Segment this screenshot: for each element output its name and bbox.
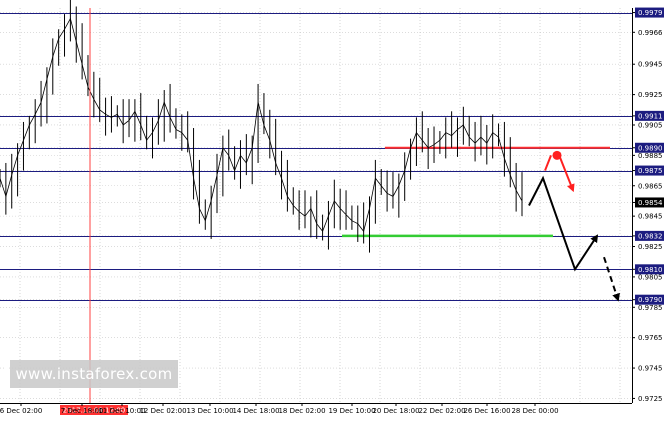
x-tick-label: 13 Dec 10:00 (186, 407, 233, 415)
y-tick-label: 0.9745 (638, 365, 663, 373)
vertical-time-marker: 2017.12.08 12:00 (60, 8, 128, 415)
x-tick-label: 26 Dec 16:00 (463, 407, 510, 415)
x-tick-label: 12 Dec 02:00 (139, 407, 186, 415)
x-tick-label: 28 Dec 00:00 (511, 407, 558, 415)
red-arrow-down (559, 156, 575, 193)
level-label: 0.9875 (638, 167, 663, 175)
watermark-text: [ www.instaforex.com ] (4, 365, 184, 383)
horizontal-levels (0, 13, 632, 301)
level-label: 0.9832 (638, 232, 663, 240)
x-tick-label: 14 Dec 18:00 (232, 407, 279, 415)
y-tick-label: 0.9885 (638, 152, 663, 160)
projection-path (528, 175, 599, 272)
y-tick-label: 0.9845 (638, 213, 663, 221)
red-arrow-up-stroke (544, 154, 552, 171)
y-tick-label: 0.9905 (638, 121, 663, 129)
y-tick-label: 0.9785 (638, 304, 663, 312)
x-tick-label: 18 Dec 02:00 (278, 407, 325, 415)
y-axis-ticks: 0.9979 0.9966 0.9945 0.9925 0.99110.9905 0.98… (632, 7, 664, 403)
x-tick-label: 7 Dec 18:00 (61, 407, 104, 415)
y-tick-label: 0.9825 (638, 243, 663, 251)
x-tick-label: 19 Dec 10:00 (328, 407, 375, 415)
price-series (0, 0, 523, 253)
y-tick-label: 0.9765 (638, 334, 663, 342)
y-tick-label: 0.9725 (638, 395, 663, 403)
projection-arrow-dashed (603, 256, 620, 302)
current-price-label: 0.9854 (638, 199, 663, 207)
x-tick-label: 22 Dec 02:00 (418, 407, 465, 415)
x-tick-label: 6 Dec 02:00 (0, 407, 42, 415)
y-tick-label: 0.9805 (638, 273, 663, 281)
y-tick-label: 0.9865 (638, 182, 663, 190)
price-chart: 2017.12.08 12:00 0.9979 0.9966 0.9945 0.992… (0, 0, 664, 415)
y-tick-label: 0.9966 (638, 29, 663, 37)
watermark: [ www.instaforex.com ] (4, 360, 184, 388)
y-tick-label: 0.9925 (638, 91, 663, 99)
x-axis-ticks: 6 Dec 02:00 7 Dec 18:0011 Dec 10:0012 Dec… (0, 403, 559, 415)
level-label: 0.9979 (638, 9, 663, 17)
y-tick-label: 0.9945 (638, 61, 663, 69)
x-tick-label: 20 Dec 18:00 (372, 407, 419, 415)
chart-grid (0, 8, 632, 403)
level-label: 0.9911 (638, 112, 663, 120)
